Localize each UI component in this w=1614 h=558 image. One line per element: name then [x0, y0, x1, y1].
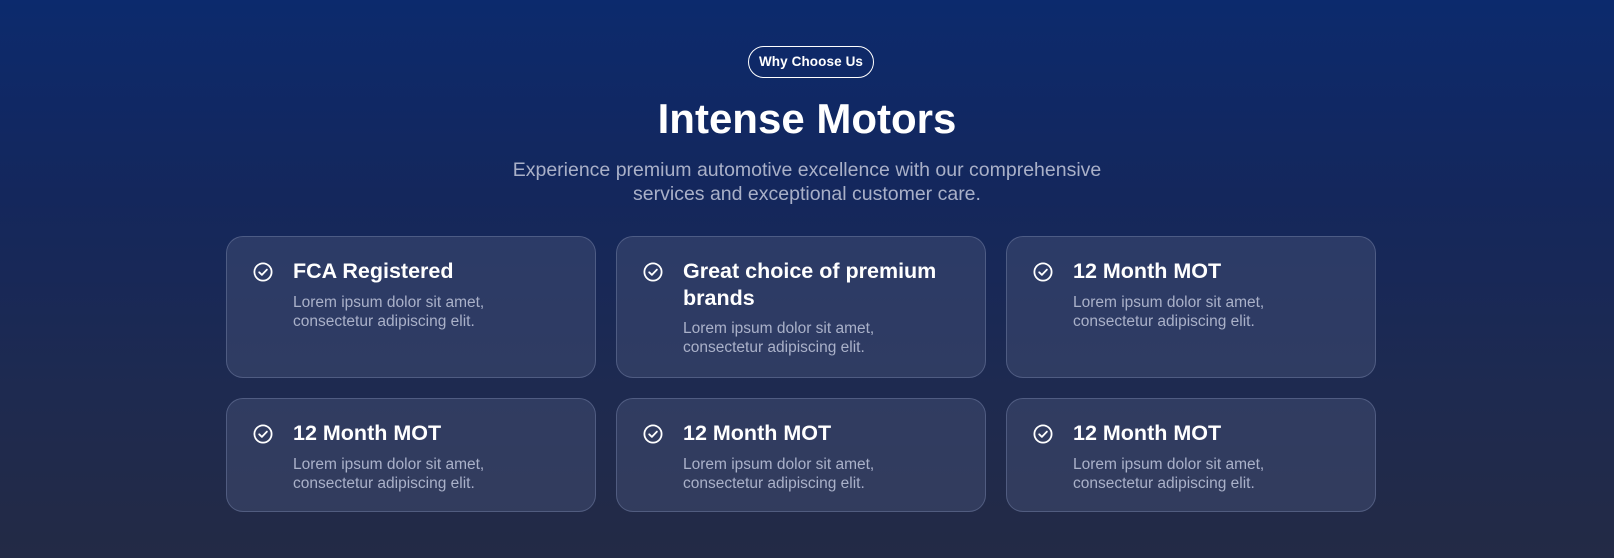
check-circle-icon — [643, 262, 663, 282]
feature-card-text: Lorem ipsum dolor sit amet, consectetur … — [293, 456, 485, 492]
feature-card-text: Lorem ipsum dolor sit amet, consectetur … — [1073, 456, 1265, 492]
section-subtitle: Experience premium automotive excellence… — [512, 159, 1102, 205]
feature-card-title: 12 Month MOT — [293, 421, 442, 445]
why-choose-us-section: Why Choose Us Intense Motors Experience … — [0, 0, 1614, 558]
why-choose-us-badge: Why Choose Us — [748, 46, 874, 78]
section-title: Intense Motors — [657, 95, 957, 142]
feature-card-fca-registered: FCA Registered Lorem ipsum dolor sit ame… — [226, 236, 596, 378]
feature-card-title: FCA Registered — [293, 259, 454, 283]
check-circle-icon — [253, 262, 273, 282]
check-circle-icon — [1033, 424, 1053, 444]
feature-card-title: Great choice of premium brands — [683, 259, 937, 310]
check-circle-icon — [1033, 262, 1053, 282]
feature-card-text: Lorem ipsum dolor sit amet, consectetur … — [683, 456, 875, 492]
feature-card-text: Lorem ipsum dolor sit amet, consectetur … — [683, 320, 875, 356]
feature-card-12-month-mot: 12 Month MOT Lorem ipsum dolor sit amet,… — [226, 398, 596, 512]
check-circle-icon — [253, 424, 273, 444]
feature-card-12-month-mot: 12 Month MOT Lorem ipsum dolor sit amet,… — [616, 398, 986, 512]
feature-card-premium-brands: Great choice of premium brands Lorem ips… — [616, 236, 986, 378]
feature-card-text: Lorem ipsum dolor sit amet, consectetur … — [293, 294, 485, 330]
feature-card-title: 12 Month MOT — [683, 421, 832, 445]
feature-card-12-month-mot: 12 Month MOT Lorem ipsum dolor sit amet,… — [1006, 236, 1376, 378]
feature-card-title: 12 Month MOT — [1073, 421, 1222, 445]
feature-card-title: 12 Month MOT — [1073, 259, 1222, 283]
check-circle-icon — [643, 424, 663, 444]
feature-card-text: Lorem ipsum dolor sit amet, consectetur … — [1073, 294, 1265, 330]
feature-card-12-month-mot: 12 Month MOT Lorem ipsum dolor sit amet,… — [1006, 398, 1376, 512]
